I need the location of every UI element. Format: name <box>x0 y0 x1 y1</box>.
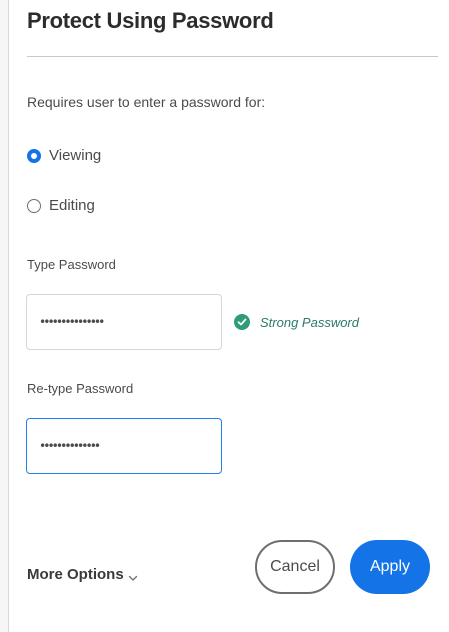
radio-selected-icon[interactable] <box>27 148 41 163</box>
dialog-title: Protect Using Password <box>27 8 274 33</box>
check-circle-icon <box>234 314 250 330</box>
radio-viewing[interactable]: Viewing <box>27 147 101 164</box>
password-strength-indicator: Strong Password <box>234 314 359 330</box>
radio-unselected-icon[interactable] <box>27 198 41 213</box>
password-strength-text: Strong Password <box>260 314 359 330</box>
more-options-label: More Options <box>27 566 124 583</box>
radio-editing[interactable]: Editing <box>27 197 95 214</box>
radio-viewing-label: Viewing <box>49 147 102 164</box>
retype-password-label: Re-type Password <box>27 381 134 396</box>
retype-password-input[interactable] <box>26 418 222 474</box>
dialog-subtitle: Requires user to enter a password for: <box>27 94 266 110</box>
protect-password-dialog: Protect Using Password Requires user to … <box>8 0 449 632</box>
apply-button[interactable]: Apply <box>350 540 430 594</box>
radio-editing-label: Editing <box>49 197 95 214</box>
type-password-input[interactable] <box>26 294 222 350</box>
chevron-down-icon <box>128 570 138 581</box>
title-divider <box>27 56 438 57</box>
type-password-label: Type Password <box>27 257 116 272</box>
cancel-button[interactable]: Cancel <box>255 540 335 594</box>
more-options-toggle[interactable]: More Options <box>27 566 138 583</box>
